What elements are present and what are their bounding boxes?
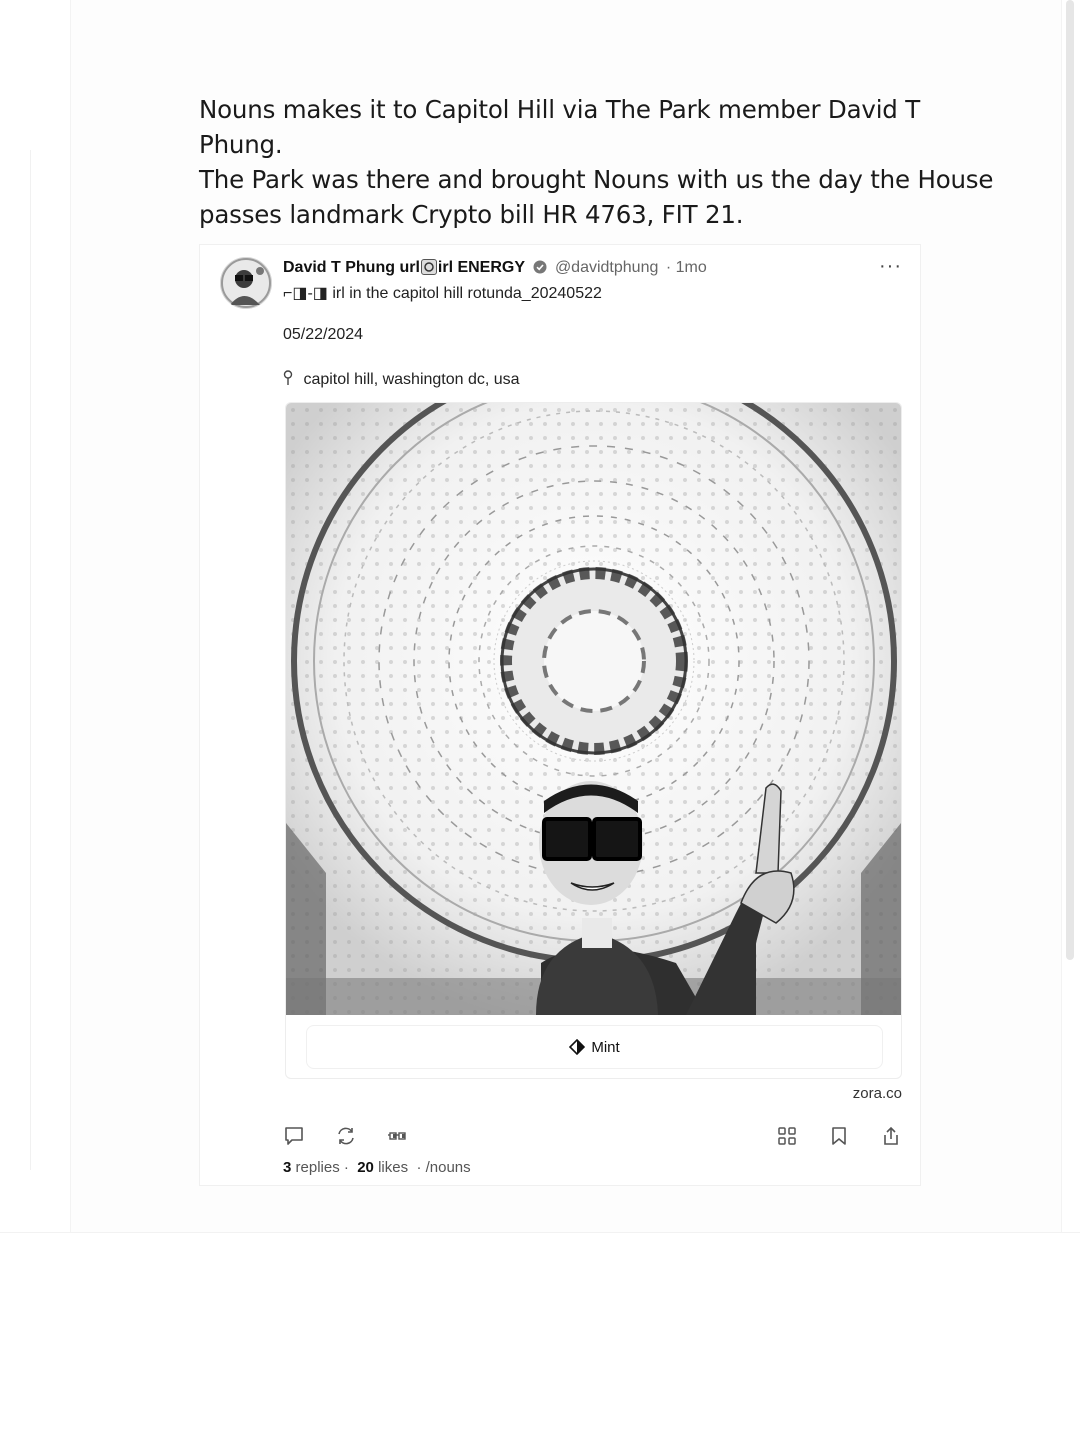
display-name-part: irl ENERGY xyxy=(437,259,526,276)
noggles-icon xyxy=(388,1132,406,1140)
grid-icon xyxy=(778,1127,796,1145)
display-name-part: David T Phung url xyxy=(283,259,420,276)
rotunda-photo[interactable] xyxy=(286,403,901,1015)
slide-caption: Nouns makes it to Capitol Hill via The P… xyxy=(199,92,999,232)
likes-count[interactable]: 20 xyxy=(357,1159,374,1176)
cast-card[interactable]: David T Phung url irl ENERGY @davidtphung… xyxy=(199,244,921,1186)
user-handle[interactable]: @davidtphung xyxy=(555,259,658,276)
caption-line: The Park was there and brought Nouns wit… xyxy=(199,165,994,194)
mint-button[interactable]: Mint xyxy=(306,1025,883,1069)
post-header: David T Phung url irl ENERGY @davidtphung… xyxy=(283,259,903,281)
emoji-badge-icon xyxy=(420,259,437,275)
more-options-button[interactable]: ··· xyxy=(879,255,902,278)
replies-count[interactable]: 3 xyxy=(283,1159,291,1176)
apps-button[interactable] xyxy=(776,1125,798,1147)
diamond-icon xyxy=(569,1039,586,1055)
react-button[interactable] xyxy=(387,1125,409,1147)
comment-icon xyxy=(285,1127,303,1145)
channel-link[interactable]: · /nouns xyxy=(416,1159,470,1176)
reply-button[interactable] xyxy=(283,1125,305,1147)
post-location: capitol hill, washington dc, usa xyxy=(283,370,520,391)
verified-badge-icon xyxy=(533,260,547,279)
display-name[interactable]: David T Phung url irl ENERGY xyxy=(283,259,525,276)
recast-button[interactable] xyxy=(335,1125,357,1147)
map-pin-icon xyxy=(283,370,293,391)
left-sidebar-edge xyxy=(0,150,31,1170)
share-button[interactable] xyxy=(880,1125,902,1147)
replies-label[interactable]: replies · xyxy=(296,1159,349,1176)
likes-label[interactable]: likes xyxy=(378,1159,408,1176)
recast-icon xyxy=(338,1127,354,1145)
post-date: 05/22/2024 xyxy=(283,326,364,343)
avatar[interactable] xyxy=(220,257,272,309)
subtitle-text: irl in the capitol hill rotunda_20240522 xyxy=(332,285,602,302)
page-divider xyxy=(0,1232,1080,1233)
mint-label: Mint xyxy=(591,1038,620,1056)
post-subtitle: ⌐◨-◨ irl in the capitol hill rotunda_202… xyxy=(283,283,602,303)
bookmark-icon xyxy=(832,1127,846,1145)
noggles-glyph: ⌐◨-◨ xyxy=(283,285,328,302)
post-stats: 3 replies · 20 likes · /nouns xyxy=(283,1159,471,1176)
embed-source-link[interactable]: zora.co xyxy=(853,1085,902,1102)
caption-line: Nouns makes it to Capitol Hill via The P… xyxy=(199,95,921,159)
share-icon xyxy=(884,1126,898,1145)
media-embed[interactable]: Mint xyxy=(285,402,902,1079)
scrollbar[interactable] xyxy=(1066,0,1074,960)
bookmark-button[interactable] xyxy=(828,1125,850,1147)
location-text: capitol hill, washington dc, usa xyxy=(303,371,520,388)
post-age: · 1mo xyxy=(665,259,707,276)
caption-line: passes landmark Crypto bill HR 4763, FIT… xyxy=(199,200,744,229)
